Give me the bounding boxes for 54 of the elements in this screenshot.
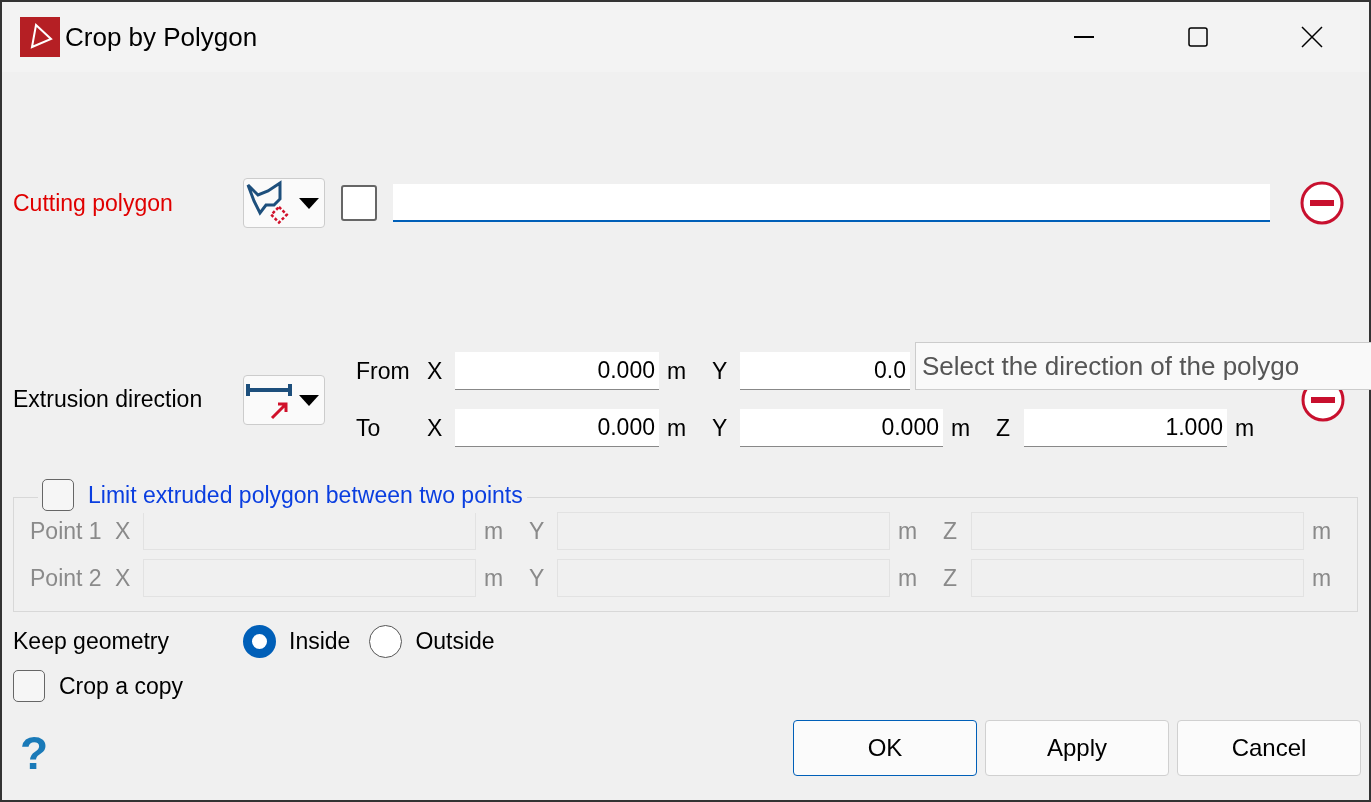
close-icon	[1301, 26, 1323, 48]
text-field[interactable]	[393, 184, 1270, 222]
row-label: From	[356, 356, 411, 386]
radio-button[interactable]	[243, 624, 276, 658]
unit-label: m	[1311, 516, 1333, 546]
unit-label: m	[897, 516, 919, 546]
axis-label: X	[427, 413, 444, 443]
remove-icon[interactable]	[1299, 180, 1345, 226]
dialog-button[interactable]: OK	[793, 720, 977, 776]
axis-label: Y	[712, 356, 729, 386]
axis-label: Z	[943, 516, 959, 546]
axis-label: Y	[529, 563, 546, 593]
direction-picker-button[interactable]	[243, 374, 325, 425]
radio-button[interactable]	[369, 624, 403, 658]
checkbox-label[interactable]: Crop a copy	[59, 668, 183, 704]
axis-label: X	[115, 516, 132, 546]
dialog-button[interactable]: Apply	[985, 720, 1169, 776]
row-label: To	[356, 413, 382, 443]
axis-label: X	[427, 356, 444, 386]
unit-label: m	[483, 516, 505, 546]
axis-label: Z	[943, 563, 959, 593]
window-title: Crop by Polygon	[65, 20, 258, 54]
number-field[interactable]: 0.000	[740, 409, 943, 447]
checkbox[interactable]	[13, 670, 45, 702]
axis-label: X	[115, 563, 132, 593]
row-label: Point 1	[30, 516, 103, 546]
unit-label: m	[666, 356, 688, 386]
number-field[interactable]: 0.000	[455, 352, 659, 390]
help-icon[interactable]: ?	[20, 730, 49, 776]
radio-label[interactable]: Inside	[289, 623, 351, 659]
maximize-icon	[1188, 27, 1208, 47]
axis-label: Y	[529, 516, 546, 546]
field-label: Cutting polygon	[13, 188, 174, 218]
number-field[interactable]: 1.000	[1024, 409, 1227, 447]
row-label: Point 2	[30, 563, 103, 593]
unit-label: m	[666, 413, 688, 443]
number-field[interactable]: 0.0	[740, 352, 910, 390]
axis-label: Z	[996, 413, 1012, 443]
checkbox[interactable]	[341, 185, 377, 221]
unit-label: m	[1311, 563, 1333, 593]
polygon-picker-button[interactable]	[243, 178, 325, 228]
dialog-button[interactable]: Cancel	[1177, 720, 1361, 776]
field-label: Extrusion direction	[13, 385, 204, 415]
unit-label: m	[897, 563, 919, 593]
axis-label: Y	[712, 413, 729, 443]
app-logo-icon	[20, 17, 60, 57]
tooltip: Select the direction of the polygo	[915, 342, 1371, 390]
unit-label: m	[483, 563, 505, 593]
minimize-icon	[1074, 36, 1094, 38]
number-field[interactable]: 0.000	[455, 409, 659, 447]
field-label: Keep geometry	[13, 626, 170, 656]
unit-label: m	[950, 413, 972, 443]
unit-label: m	[1234, 413, 1256, 443]
radio-label[interactable]: Outside	[415, 623, 495, 659]
